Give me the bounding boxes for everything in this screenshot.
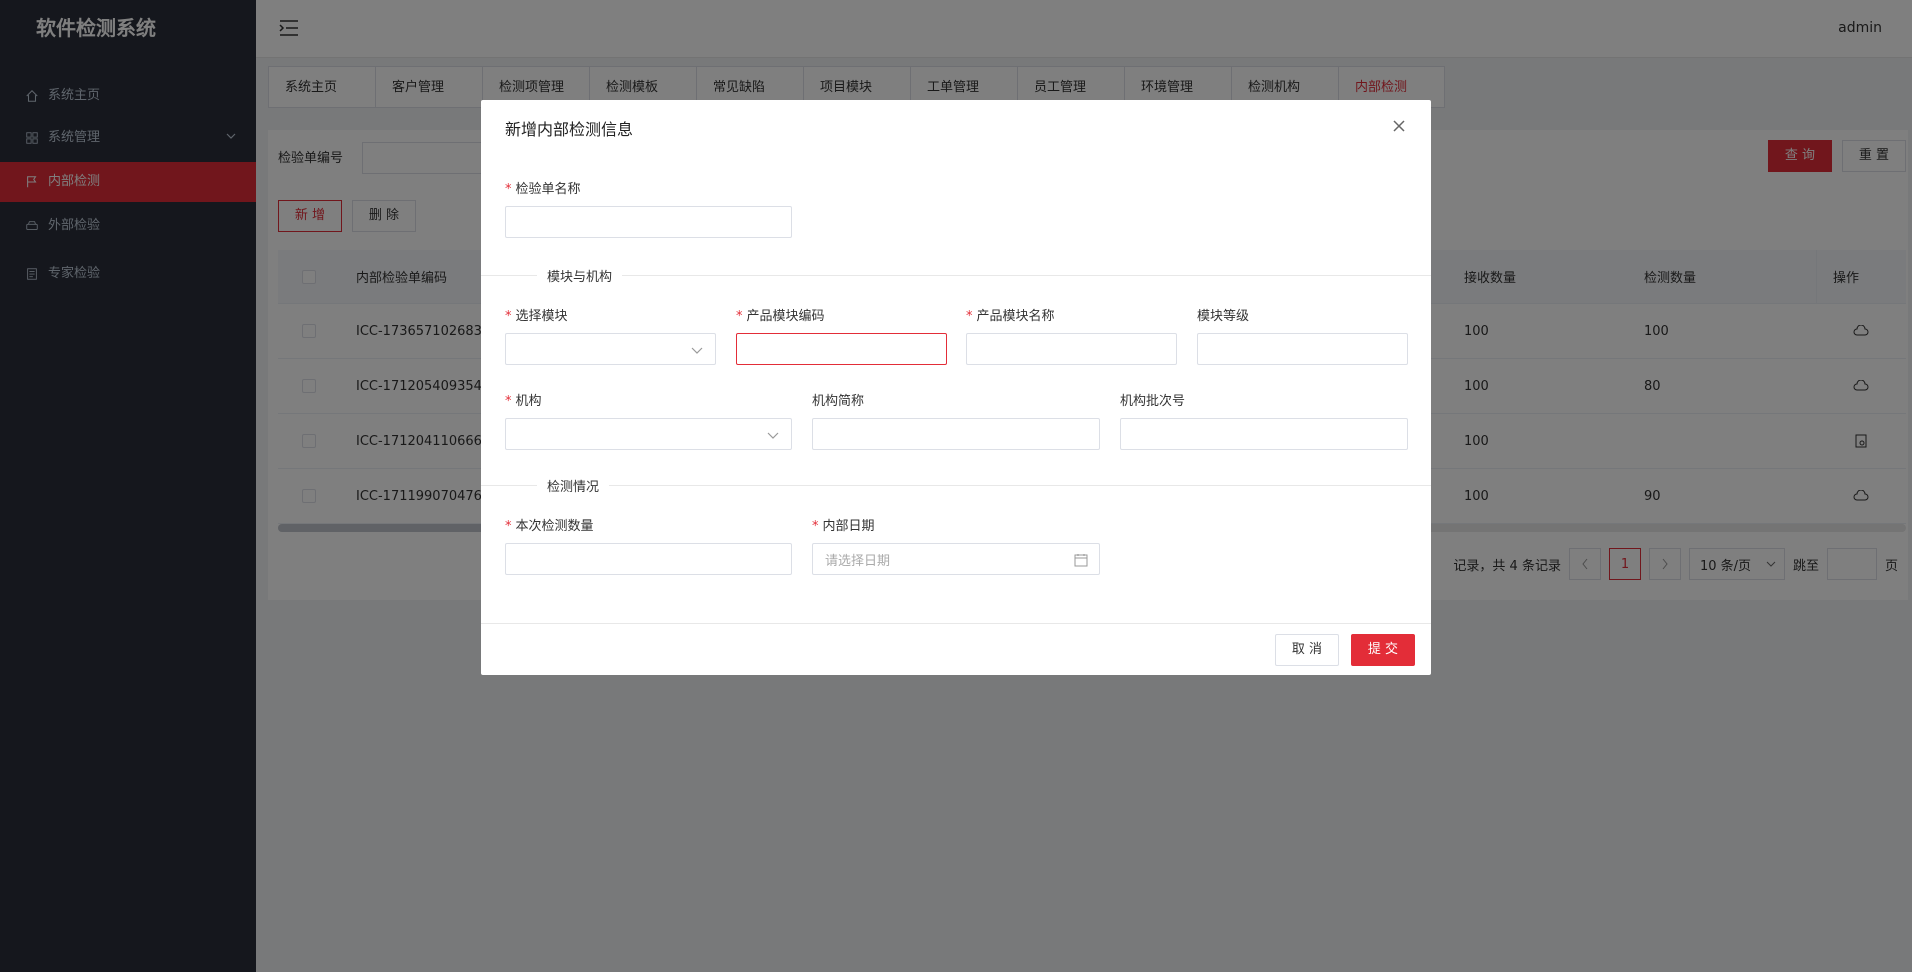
- module-label: * 选择模块: [505, 309, 568, 324]
- section-divider: 模块与机构: [481, 266, 1431, 285]
- count-input[interactable]: [505, 543, 792, 575]
- name-input[interactable]: [505, 206, 792, 238]
- org-batch-input[interactable]: [1120, 418, 1408, 450]
- module-level-input[interactable]: [1197, 333, 1408, 365]
- name-label: * 检验单名称: [505, 182, 581, 197]
- org-batch-label: 机构批次号: [1120, 394, 1186, 409]
- chevron-down-icon: [765, 427, 781, 443]
- module-name-input[interactable]: [966, 333, 1177, 365]
- section-title: 检测情况: [537, 476, 610, 495]
- module-code-label: * 产品模块编码: [736, 309, 825, 324]
- module-select[interactable]: [505, 333, 716, 365]
- section-title: 模块与机构: [537, 266, 623, 285]
- submit-button[interactable]: 提 交: [1351, 634, 1415, 666]
- date-label: * 内部日期: [812, 519, 875, 534]
- modal-title: 新增内部检测信息: [505, 120, 634, 139]
- count-label: * 本次检测数量: [505, 519, 594, 534]
- org-select[interactable]: [505, 418, 792, 450]
- date-placeholder: 请选择日期: [825, 553, 891, 569]
- modal-footer: 取 消 提 交: [481, 623, 1431, 675]
- date-picker[interactable]: 请选择日期: [812, 543, 1100, 575]
- module-code-input[interactable]: [736, 333, 947, 365]
- org-short-label: 机构简称: [812, 394, 865, 409]
- module-level-label: 模块等级: [1197, 309, 1250, 324]
- chevron-down-icon: [689, 342, 705, 358]
- module-name-label: * 产品模块名称: [966, 309, 1055, 324]
- section-divider: 检测情况: [481, 476, 1431, 495]
- close-icon[interactable]: [1389, 116, 1409, 136]
- org-short-input[interactable]: [812, 418, 1100, 450]
- org-label: * 机构: [505, 394, 542, 409]
- cancel-button[interactable]: 取 消: [1275, 634, 1339, 666]
- calendar-icon: [1073, 552, 1089, 568]
- add-internal-inspection-dialog: 新增内部检测信息 * 检验单名称 模块与机构 * 选择模块 * 产品模块编码 * 产品模…: [481, 100, 1431, 675]
